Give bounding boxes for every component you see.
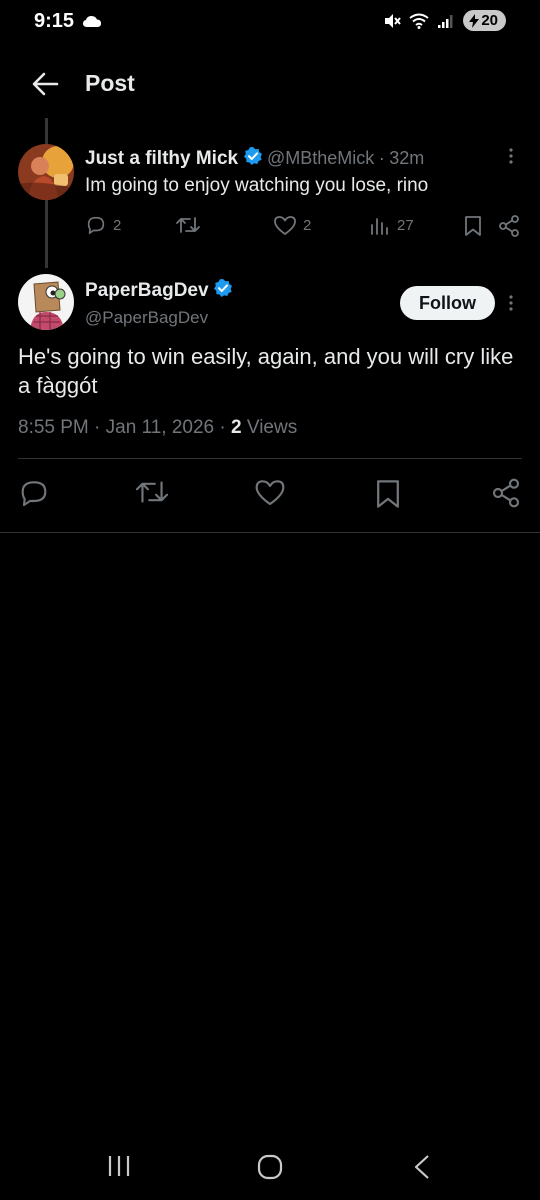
- like-count: 2: [303, 216, 312, 234]
- chevron-left-icon: [414, 1155, 429, 1179]
- arrow-left-icon: [32, 72, 59, 96]
- repost-button[interactable]: [175, 214, 201, 236]
- reply-button[interactable]: [18, 477, 50, 514]
- bookmark-button[interactable]: [374, 477, 402, 516]
- home-button[interactable]: [257, 1154, 283, 1185]
- post-time: 8:55 PM: [18, 417, 89, 438]
- wifi-icon: [409, 13, 429, 29]
- status-bar: 9:15 20: [0, 0, 540, 44]
- views-label[interactable]: Views: [247, 417, 297, 438]
- author-handle[interactable]: @MBtheMick: [267, 148, 374, 168]
- post-action-bar: [0, 472, 540, 516]
- more-options-button[interactable]: [504, 293, 518, 318]
- home-icon: [257, 1154, 283, 1180]
- back-button[interactable]: [30, 70, 62, 98]
- view-count: 27: [397, 216, 414, 234]
- cloud-icon: [83, 16, 101, 27]
- post-text: Im going to enjoy watching you lose, rin…: [85, 175, 429, 196]
- heart-icon: [255, 480, 285, 506]
- status-icons: 20: [383, 10, 506, 31]
- bookmark-icon: [377, 480, 399, 508]
- like-button[interactable]: 2: [273, 214, 311, 236]
- charging-icon: [469, 13, 480, 28]
- reply-count: 2: [113, 216, 122, 234]
- verified-badge-icon: [214, 279, 233, 297]
- action-row: 2 2 27: [85, 214, 525, 244]
- recent-apps-icon: [108, 1156, 130, 1176]
- author-name[interactable]: PaperBagDev: [85, 280, 209, 301]
- views-button[interactable]: 27: [369, 214, 414, 236]
- battery-level: 20: [481, 12, 498, 29]
- avatar[interactable]: [18, 274, 74, 330]
- repost-icon: [135, 481, 169, 503]
- divider: [18, 458, 522, 459]
- like-button[interactable]: [254, 477, 286, 512]
- page-title: Post: [85, 70, 135, 96]
- avatar[interactable]: [18, 144, 74, 200]
- more-vertical-icon: [509, 295, 513, 311]
- reply-icon: [21, 481, 47, 507]
- repost-button[interactable]: [134, 477, 170, 512]
- view-count: 2: [231, 417, 242, 438]
- more-vertical-icon: [509, 148, 513, 164]
- author-handle[interactable]: @PaperBagDev: [85, 308, 208, 328]
- system-back-button[interactable]: [412, 1154, 432, 1185]
- verified-badge-icon: [243, 147, 262, 165]
- recent-apps-button[interactable]: [106, 1154, 132, 1183]
- separator-dot: ·: [219, 417, 226, 438]
- post-date: Jan 11, 2026: [105, 417, 215, 438]
- system-nav-bar: [0, 1140, 540, 1200]
- avatar-image: [18, 274, 74, 330]
- separator-dot: ·: [378, 148, 385, 168]
- mute-icon: [385, 13, 402, 28]
- share-button[interactable]: [497, 214, 521, 238]
- bookmark-button[interactable]: [463, 214, 483, 238]
- post-header: Post: [0, 60, 540, 108]
- share-icon: [492, 478, 520, 508]
- post-text: He's going to win easily, again, and you…: [18, 344, 514, 398]
- bookmark-icon: [465, 216, 481, 236]
- heart-icon: [274, 216, 296, 235]
- post-age: 32m: [389, 148, 425, 168]
- divider: [0, 532, 540, 533]
- follow-button[interactable]: Follow: [400, 286, 495, 320]
- avatar-image: [18, 144, 74, 200]
- share-button[interactable]: [490, 477, 522, 514]
- status-time: 9:15: [34, 10, 75, 32]
- reply-icon: [87, 216, 105, 235]
- analytics-icon: [371, 218, 388, 235]
- signal-icon: [438, 14, 453, 28]
- separator-dot: ·: [94, 417, 101, 438]
- share-icon: [499, 215, 519, 237]
- author-name[interactable]: Just a filthy Mick: [85, 148, 238, 169]
- battery-indicator: 20: [463, 10, 506, 31]
- reply-button[interactable]: 2: [85, 214, 121, 236]
- more-options-button[interactable]: [504, 146, 518, 171]
- repost-icon: [176, 217, 200, 233]
- post-metadata: 8:55 PM · Jan 11, 2026 · 2 Views: [18, 417, 297, 439]
